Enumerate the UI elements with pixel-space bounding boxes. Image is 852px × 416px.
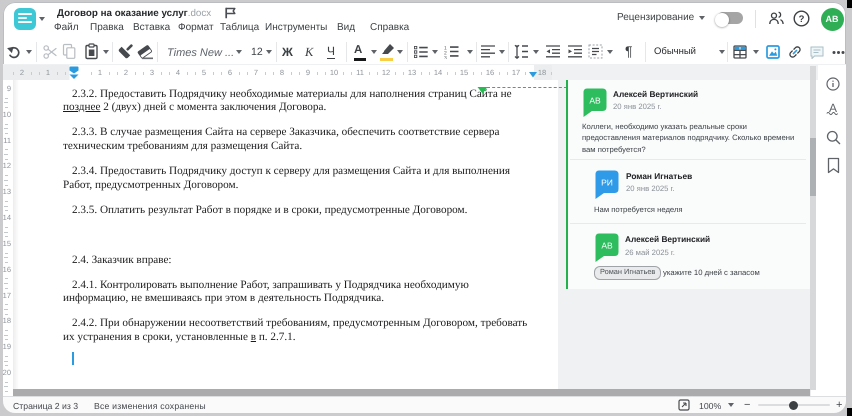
svg-text:РИ: РИ (601, 178, 613, 188)
svg-text:АВ: АВ (589, 96, 601, 106)
svg-text:АВ: АВ (601, 241, 613, 251)
svg-text:3: 3 (444, 56, 447, 60)
